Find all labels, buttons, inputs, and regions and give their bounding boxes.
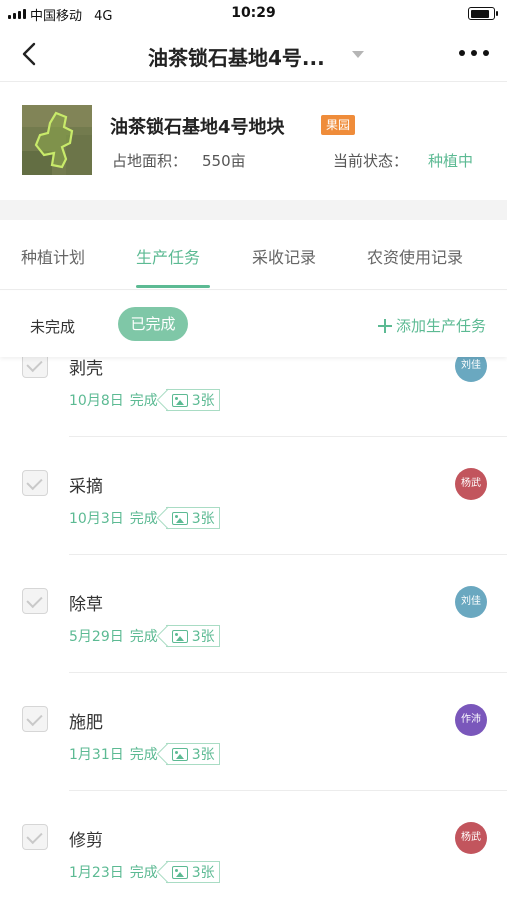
tab-supplies-usage[interactable]: 农资使用记录 xyxy=(367,244,463,268)
page-title[interactable]: 油茶锁石基地4号... xyxy=(148,42,325,71)
task-name: 剥壳 xyxy=(69,359,103,379)
photo-count: 3张 xyxy=(191,747,215,763)
tab-production-tasks[interactable]: 生产任务 xyxy=(136,244,200,268)
section-divider xyxy=(0,200,507,220)
assignee-name: 杨武 xyxy=(461,832,481,843)
task-status: 完成 xyxy=(129,393,158,409)
image-icon xyxy=(171,629,188,643)
task-name: 采摘 xyxy=(69,477,103,497)
status-value: 种植中 xyxy=(428,152,474,170)
add-task-button[interactable]: 添加生产任务 xyxy=(377,315,486,336)
tab-harvest-records[interactable]: 采收记录 xyxy=(252,244,316,268)
task-checkbox[interactable] xyxy=(22,824,48,850)
status-bar: 中国移动 4G 10:29 xyxy=(0,0,507,28)
divider xyxy=(69,790,507,791)
assignee-avatar[interactable]: 杨武 xyxy=(455,822,487,854)
task-date: 10月3日 xyxy=(69,511,124,527)
assignee-avatar[interactable]: 杨武 xyxy=(455,468,487,500)
assignee-avatar[interactable]: 刘佳 xyxy=(455,357,487,382)
photo-count-tag[interactable]: 3张 xyxy=(165,507,220,529)
tab-bar: 种植计划 生产任务 采收记录 农资使用记录 xyxy=(0,220,507,290)
image-icon xyxy=(171,511,188,525)
photo-count: 3张 xyxy=(191,865,215,881)
filter-row: 未完成 已完成 添加生产任务 xyxy=(0,291,507,357)
nav-bar: 油茶锁石基地4号... xyxy=(0,28,507,82)
divider xyxy=(69,554,507,555)
tab-planting-plan[interactable]: 种植计划 xyxy=(21,244,85,268)
divider xyxy=(69,672,507,673)
photo-count-tag[interactable]: 3张 xyxy=(165,625,220,647)
status-time: 10:29 xyxy=(231,5,276,21)
filter-completed[interactable]: 已完成 xyxy=(118,307,188,341)
task-meta: 1月23日 完成 3张 xyxy=(69,861,220,883)
assignee-avatar[interactable]: 刘佳 xyxy=(455,586,487,618)
task-status: 完成 xyxy=(129,511,158,527)
plot-name: 油茶锁石基地4号地块 xyxy=(110,117,285,138)
assignee-avatar[interactable]: 作沛 xyxy=(455,704,487,736)
plus-icon xyxy=(377,318,392,333)
area-label: 占地面积： xyxy=(112,152,188,170)
assignee-name: 作沛 xyxy=(461,714,481,725)
task-name: 除草 xyxy=(69,595,103,615)
task-name: 修剪 xyxy=(69,831,103,851)
photo-count: 3张 xyxy=(191,629,215,645)
battery-icon xyxy=(468,7,498,20)
task-checkbox[interactable] xyxy=(22,470,48,496)
photo-count-tag[interactable]: 3张 xyxy=(165,861,220,883)
task-date: 1月31日 xyxy=(69,747,124,763)
add-task-label: 添加生产任务 xyxy=(395,317,486,335)
task-item[interactable]: 除草 5月29日 完成 3张 刘佳 xyxy=(0,568,507,686)
area-value: 550亩 xyxy=(202,152,246,170)
task-meta: 1月31日 完成 3张 xyxy=(69,743,220,765)
image-icon xyxy=(171,747,188,761)
photo-count-tag[interactable]: 3张 xyxy=(165,389,220,411)
task-item[interactable]: 采摘 10月3日 完成 3张 杨武 xyxy=(0,450,507,568)
task-item[interactable]: 施肥 1月31日 完成 3张 作沛 xyxy=(0,686,507,804)
assignee-name: 刘佳 xyxy=(461,596,481,607)
chevron-left-icon[interactable] xyxy=(18,41,44,67)
task-date: 10月8日 xyxy=(69,393,124,409)
tab-active-indicator xyxy=(136,285,210,288)
task-status: 完成 xyxy=(129,865,158,881)
divider xyxy=(69,436,507,437)
more-dots-icon[interactable] xyxy=(459,50,489,56)
task-status: 完成 xyxy=(129,747,158,763)
task-date: 5月29日 xyxy=(69,629,124,645)
image-icon xyxy=(171,393,188,407)
photo-count-tag[interactable]: 3张 xyxy=(165,743,220,765)
task-list[interactable]: 剥壳 10月8日 完成 3张 刘佳 采摘 10月3日 完成 3张 杨武 除草 5月29日 完成 3张 刘佳施… xyxy=(0,357,507,900)
plot-map-thumbnail xyxy=(22,105,92,175)
photo-count: 3张 xyxy=(191,393,215,409)
task-item[interactable]: 修剪 1月23日 完成 3张 杨武 xyxy=(0,804,507,900)
task-item[interactable]: 剥壳 10月8日 完成 3张 刘佳 xyxy=(0,357,507,450)
assignee-name: 杨武 xyxy=(461,478,481,489)
plot-type-badge: 果园 xyxy=(321,115,356,135)
task-meta: 10月3日 完成 3张 xyxy=(69,507,220,529)
status-label: 当前状态： xyxy=(333,152,409,170)
task-status: 完成 xyxy=(129,629,158,645)
photo-count: 3张 xyxy=(191,511,215,527)
task-meta: 10月8日 完成 3张 xyxy=(69,389,220,411)
plot-header: 油茶锁石基地4号地块 果园 占地面积： 550亩 当前状态： 种植中 xyxy=(0,83,507,200)
image-icon xyxy=(171,865,188,879)
filter-incomplete[interactable]: 未完成 xyxy=(30,316,75,337)
assignee-name: 刘佳 xyxy=(461,360,481,371)
task-name: 施肥 xyxy=(69,713,103,733)
task-checkbox[interactable] xyxy=(22,357,48,378)
caret-down-icon[interactable] xyxy=(352,51,364,58)
battery-fill xyxy=(470,9,489,18)
task-date: 1月23日 xyxy=(69,865,124,881)
task-meta: 5月29日 完成 3张 xyxy=(69,625,220,647)
task-checkbox[interactable] xyxy=(22,706,48,732)
task-checkbox[interactable] xyxy=(22,588,48,614)
